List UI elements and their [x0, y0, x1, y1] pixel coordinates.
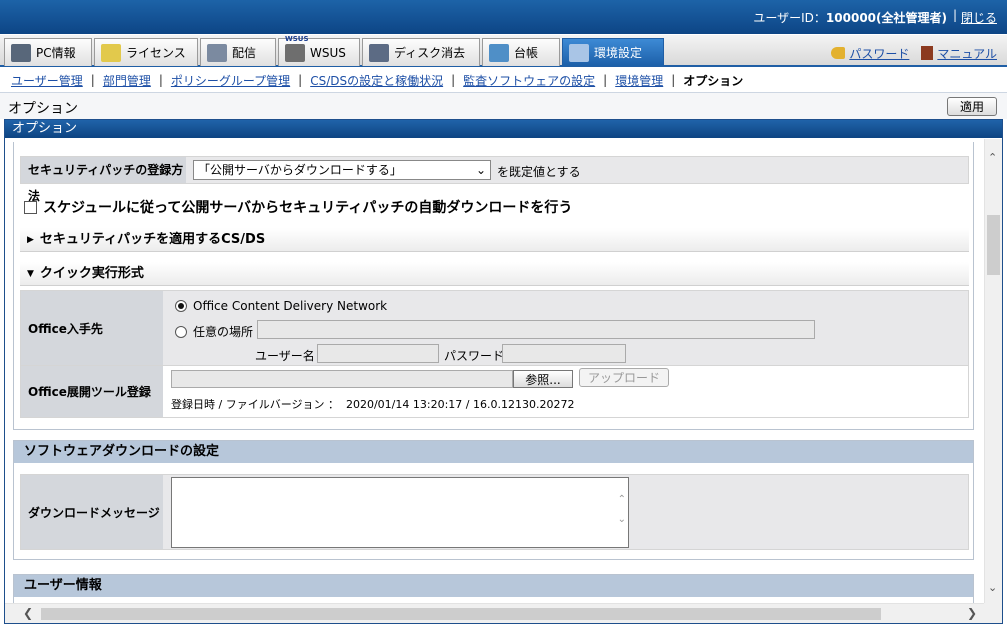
options-frame: オプション セキュリティパッチの登録方法 「公開サーバからダウンロードする」 ⌄…: [4, 119, 1003, 624]
custom-location-input[interactable]: [257, 320, 815, 339]
user-id: ユーザーID：100000(全社管理者): [753, 9, 947, 26]
triangle-right-icon: ▶: [27, 235, 34, 245]
patch-registration-select[interactable]: 「公開サーバからダウンロードする」 ⌄: [193, 160, 491, 180]
patch-registration-label: セキュリティパッチの登録方法: [21, 157, 186, 203]
scroll-left-icon[interactable]: ❮: [23, 606, 33, 620]
horizontal-scroll-thumb[interactable]: [41, 608, 881, 620]
scroll-corner: [984, 603, 1002, 623]
username-label: ユーザー名: [255, 349, 315, 363]
apply-csds-section[interactable]: ▶ セキュリティパッチを適用するCS/DS: [20, 228, 969, 252]
user-id-label: ユーザーID：: [753, 11, 826, 25]
user-info-title: ユーザー情報: [14, 575, 973, 597]
main-tabs: PC情報 ライセンス 配信 WSUS WSUS ディスク消去 台帳 環境設定 パス…: [0, 35, 1007, 67]
vertical-scrollbar[interactable]: ⌃ ⌄: [984, 139, 1002, 604]
upload-button[interactable]: アップロード: [579, 368, 669, 387]
manual-book-icon: [921, 46, 934, 60]
scroll-down-icon[interactable]: ⌄: [988, 581, 997, 594]
tab-license[interactable]: ライセンス: [94, 38, 198, 66]
office-source-label: Office入手先: [21, 291, 163, 365]
textarea-scroll-arrows-icon[interactable]: ⌃ ⌄: [618, 490, 626, 530]
tab-wsus[interactable]: WSUS WSUS: [278, 35, 360, 66]
patch-registration-suffix: を既定値とする: [497, 165, 581, 179]
settings-icon: [569, 43, 589, 62]
subnav-audit-software[interactable]: 監査ソフトウェアの設定: [463, 72, 595, 89]
option-cdn[interactable]: Office Content Delivery Network: [175, 299, 387, 313]
password-link[interactable]: パスワード: [849, 47, 909, 61]
browse-button[interactable]: 参照...: [513, 370, 573, 388]
auto-download-checkbox[interactable]: [24, 200, 37, 214]
radio-cdn[interactable]: [175, 300, 187, 312]
wsus-icon: WSUS: [285, 35, 309, 62]
top-header: ユーザーID：100000(全社管理者) | 閉じる: [0, 0, 1007, 34]
license-icon: [101, 43, 121, 62]
download-message-textarea[interactable]: ⌃ ⌄: [171, 477, 629, 548]
tab-disk-erase[interactable]: ディスク消去: [362, 38, 480, 66]
subnav-csds-settings[interactable]: CS/DSの設定と稼働状況: [310, 72, 443, 89]
office-tool-label: Office展開ツール登録: [21, 366, 163, 417]
patch-registration-row: セキュリティパッチの登録方法 「公開サーバからダウンロードする」 ⌄ を既定値と…: [20, 156, 969, 203]
vertical-scroll-thumb[interactable]: [987, 215, 1000, 275]
close-link[interactable]: 閉じる: [961, 9, 997, 26]
radio-custom-location[interactable]: [175, 326, 187, 338]
security-patch-panel: セキュリティパッチの登録方法 「公開サーバからダウンロードする」 ⌄ を既定値と…: [13, 142, 974, 430]
tab-settings[interactable]: 環境設定: [562, 38, 664, 66]
key-icon: [831, 47, 846, 59]
header-separator: |: [952, 8, 957, 22]
software-download-title: ソフトウェアダウンロードの設定: [14, 441, 973, 463]
apply-button[interactable]: 適用: [947, 97, 997, 116]
tool-file-input[interactable]: [171, 370, 513, 388]
subnav-current-options: オプション: [683, 73, 744, 88]
chevron-down-icon: ⌄: [475, 163, 486, 177]
quick-run-grid: Office入手先 Office Content Delivery Networ…: [20, 290, 969, 418]
frame-title: オプション: [5, 120, 1002, 138]
username-input[interactable]: [317, 344, 439, 363]
tab-distribution[interactable]: 配信: [200, 38, 276, 66]
download-message-row: ダウンロードメッセージ ⌃ ⌄: [20, 474, 969, 550]
wsus-badge: WSUS: [285, 34, 309, 43]
scroll-up-icon[interactable]: ⌃: [988, 151, 997, 164]
ledger-icon: [489, 43, 509, 62]
tool-registration-info: 登録日時 / ファイルバージョン ： 2020/01/14 13:20:17 /…: [171, 398, 575, 411]
horizontal-scrollbar[interactable]: ❮ ❯: [5, 603, 985, 623]
download-message-label: ダウンロードメッセージ: [21, 475, 163, 549]
sub-navigation: ユーザー管理 | 部門管理 | ポリシーグループ管理 | CS/DSの設定と稼働状況 |…: [0, 69, 1007, 91]
auto-download-row: スケジュールに従って公開サーバからセキュリティパッチの自動ダウンロードを行う: [24, 197, 572, 217]
subnav-environment[interactable]: 環境管理: [615, 72, 663, 89]
password-input[interactable]: [502, 344, 626, 363]
manual-link[interactable]: マニュアル: [937, 47, 997, 61]
file-version: 16.0.12130.20272: [473, 398, 575, 411]
page-title: オプション: [8, 101, 78, 117]
pc-icon: [11, 43, 31, 62]
subnav-user-management[interactable]: ユーザー管理: [11, 72, 83, 89]
user-id-value: 100000(全社管理者): [825, 11, 947, 25]
software-download-panel: ソフトウェアダウンロードの設定 ダウンロードメッセージ ⌃ ⌄: [13, 440, 974, 560]
option-custom-location[interactable]: 任意の場所: [175, 323, 253, 340]
office-tool-row: Office展開ツール登録 参照... アップロード 登録日時 / ファイルバー…: [20, 366, 969, 418]
top-links: パスワード マニュアル: [831, 45, 997, 62]
quick-run-section[interactable]: ▼ クイック実行形式: [20, 262, 969, 286]
password-label: パスワード: [444, 349, 505, 363]
scroll-right-icon[interactable]: ❯: [967, 606, 977, 620]
distribution-icon: [207, 43, 227, 62]
page-title-bar: オプション 適用: [0, 92, 1007, 119]
options-scroll-area: セキュリティパッチの登録方法 「公開サーバからダウンロードする」 ⌄ を既定値と…: [5, 139, 985, 604]
triangle-down-icon: ▼: [27, 269, 34, 279]
office-source-row: Office入手先 Office Content Delivery Networ…: [20, 290, 969, 366]
user-info-panel: ユーザー情報: [13, 574, 974, 604]
auto-download-label: スケジュールに従って公開サーバからセキュリティパッチの自動ダウンロードを行う: [43, 200, 573, 216]
disk-erase-icon: [369, 43, 389, 62]
subnav-policy-group[interactable]: ポリシーグループ管理: [171, 72, 290, 89]
registered-at: 2020/01/14 13:20:17: [345, 398, 463, 411]
tab-pc-info[interactable]: PC情報: [4, 38, 92, 66]
tab-ledger[interactable]: 台帳: [482, 38, 560, 66]
subnav-department-management[interactable]: 部門管理: [103, 72, 151, 89]
